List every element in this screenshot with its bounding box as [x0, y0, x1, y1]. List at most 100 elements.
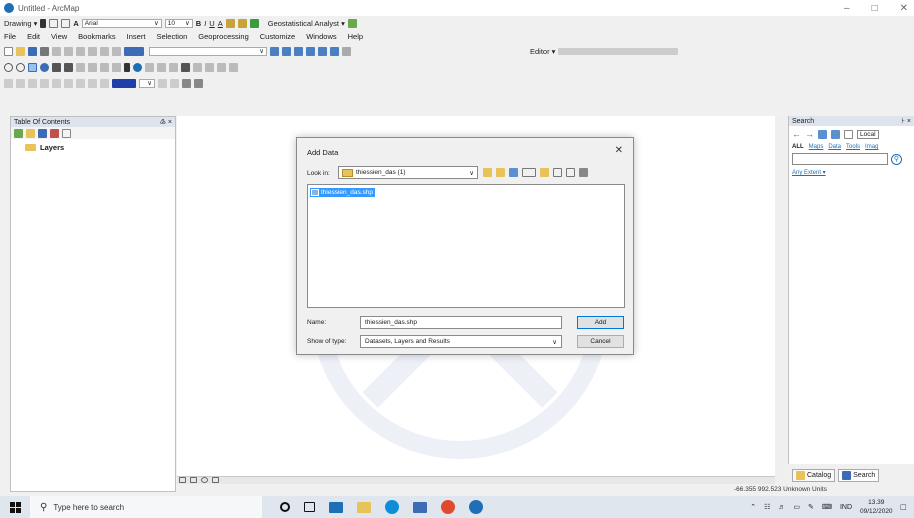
add-data-button[interactable] [124, 46, 144, 56]
cortana-icon[interactable] [280, 502, 290, 512]
arctoolbox-icon[interactable] [318, 46, 327, 56]
open-icon[interactable] [16, 46, 25, 56]
line-color-icon[interactable] [237, 18, 247, 28]
refresh-icon[interactable] [201, 477, 208, 483]
maximize-button[interactable]: □ [872, 3, 878, 14]
time-slider-icon[interactable] [217, 62, 226, 72]
find-route-icon[interactable] [193, 62, 202, 72]
search-options-icon[interactable] [844, 129, 853, 139]
back-extent-icon[interactable] [76, 62, 85, 72]
notification-icon[interactable]: □ [901, 502, 906, 512]
view-options-icon[interactable] [522, 168, 536, 177]
network-icon[interactable]: ☷ [764, 503, 770, 511]
file-item-selected[interactable]: thiessien_das.shp [310, 188, 376, 197]
pause-drawing-icon[interactable] [212, 477, 219, 483]
add-button[interactable]: Add [577, 316, 624, 329]
filter-imagery[interactable]: Imag [865, 144, 878, 150]
toc-window-icon[interactable] [282, 46, 291, 56]
find-icon[interactable] [181, 62, 190, 72]
menu-bookmarks[interactable]: Bookmarks [78, 32, 116, 41]
layout-pan-icon[interactable] [28, 78, 37, 88]
filter-data[interactable]: Data [828, 144, 841, 150]
print-icon[interactable] [40, 46, 49, 56]
volume-icon[interactable]: ♬ [778, 504, 785, 511]
search-input[interactable] [792, 153, 888, 165]
undo-icon[interactable] [100, 46, 109, 56]
show-hidden-icons[interactable]: ⌃ [750, 503, 756, 511]
edge-icon[interactable] [385, 500, 399, 514]
font-color-button[interactable]: A [218, 19, 223, 28]
new-folder-icon[interactable] [540, 168, 549, 177]
toc-pin-close[interactable]: ♴ × [160, 118, 172, 126]
select-pointer-icon[interactable] [124, 62, 130, 72]
catalog-tab[interactable]: Catalog [792, 469, 836, 482]
measure-icon[interactable] [169, 62, 178, 72]
layout-zoom-in-icon[interactable] [4, 78, 13, 88]
minimize-button[interactable]: – [844, 3, 850, 14]
zoom-out-icon[interactable] [16, 62, 25, 72]
change-layout-icon[interactable] [182, 78, 191, 88]
fixed-zoom-out-icon[interactable] [64, 62, 73, 72]
focus-data-frame-icon[interactable] [170, 78, 179, 88]
close-window-button[interactable]: ✕ [900, 3, 908, 14]
menu-geoprocessing[interactable]: Geoprocessing [198, 32, 248, 41]
map-scale-select[interactable]: ∨ [149, 46, 267, 56]
toggle-draft-mode-icon[interactable] [158, 78, 167, 88]
connect-folder-icon[interactable] [509, 168, 518, 177]
file-explorer-icon[interactable] [357, 501, 371, 513]
zoom-whole-page-icon[interactable] [40, 78, 49, 88]
fill-color-icon[interactable] [225, 18, 235, 28]
filter-tools[interactable]: Tools [846, 144, 860, 150]
html-popup-icon[interactable] [157, 62, 166, 72]
menu-windows[interactable]: Windows [306, 32, 336, 41]
identify-icon[interactable] [133, 62, 142, 72]
list-by-drawing-order-icon[interactable] [14, 128, 23, 138]
view-toggle-buttons[interactable] [179, 477, 219, 483]
search-local-toggle[interactable]: Local [857, 129, 879, 139]
select-features-icon[interactable] [100, 62, 109, 72]
keyboard-icon[interactable]: ⌨ [822, 503, 832, 511]
font-size-select[interactable]: 10 ∨ [164, 18, 193, 28]
list-by-source-icon[interactable] [26, 128, 35, 138]
layout-forward-icon[interactable] [100, 78, 109, 88]
redo-icon[interactable] [112, 46, 121, 56]
text-icon[interactable]: A [73, 19, 78, 28]
menu-insert[interactable]: Insert [127, 32, 146, 41]
italic-button[interactable]: I [204, 19, 206, 28]
search-pin-close[interactable]: ⊦ × [901, 117, 911, 125]
zoom-100-icon[interactable] [52, 78, 61, 88]
delete-icon[interactable] [88, 46, 97, 56]
editor-menu[interactable]: Editor ▾ [530, 47, 555, 56]
map-vertical-scrollbar[interactable] [775, 116, 785, 484]
task-view-icon[interactable] [304, 502, 315, 512]
rectangle-icon[interactable] [61, 18, 71, 28]
zoom-in-icon[interactable] [4, 62, 13, 72]
search-window-icon[interactable] [306, 46, 315, 56]
dialog-close-button[interactable]: ✕ [615, 145, 623, 156]
layers-node[interactable]: Layers [11, 139, 175, 152]
taskbar-search-box[interactable]: ⚲ Type here to search [30, 496, 262, 518]
forward-arrow-icon[interactable]: → [805, 129, 814, 139]
rotate-icon[interactable] [49, 18, 59, 28]
filter-maps[interactable]: Maps [809, 144, 824, 150]
go-to-xy-icon[interactable] [205, 62, 214, 72]
language-indicator[interactable]: IND [840, 504, 852, 511]
save-icon[interactable] [28, 46, 37, 56]
editor-toolbar-icon[interactable] [270, 46, 279, 56]
clock[interactable]: 13.39 09/12/2020 [860, 498, 893, 516]
menu-help[interactable]: Help [348, 32, 363, 41]
pan-icon[interactable] [28, 62, 37, 72]
arcmap-taskbar-icon[interactable] [469, 500, 483, 514]
search-tab[interactable]: Search [838, 469, 880, 482]
connect-database-icon[interactable] [579, 168, 588, 177]
python-window-icon[interactable] [330, 46, 339, 56]
copy-icon[interactable] [64, 46, 73, 56]
search-home-icon[interactable] [818, 129, 827, 139]
file-manager-icon[interactable] [413, 501, 427, 513]
data-driven-pages-icon[interactable] [194, 78, 203, 88]
any-extent-dropdown[interactable]: Any Extent ▾ [789, 166, 914, 179]
catalog-view-icon[interactable] [566, 168, 575, 177]
fixed-zoom-in-icon[interactable] [52, 62, 61, 72]
underline-button[interactable]: U [209, 19, 214, 28]
home-folder-icon[interactable] [496, 168, 505, 177]
